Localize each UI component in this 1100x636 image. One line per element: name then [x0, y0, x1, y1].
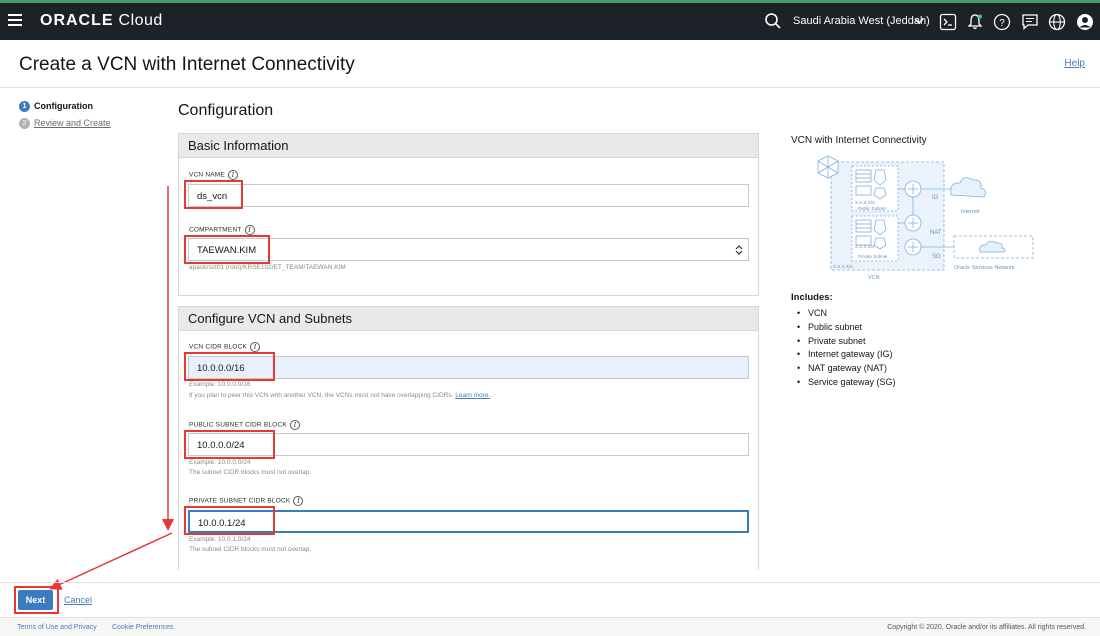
- copyright-text: Copyright © 2020, Oracle and/or its affi…: [887, 624, 1086, 631]
- action-bar: [0, 582, 1100, 616]
- compartment-label: COMPARTMENT i: [189, 225, 255, 235]
- diagram-osn-label: Oracle Services Network: [954, 265, 1015, 271]
- user-icon[interactable]: [1076, 13, 1094, 31]
- list-item: Internet gateway (IG): [797, 349, 896, 363]
- step-number: 1: [19, 101, 30, 113]
- private-subnet-note: The subnet CIDR blocks must not overlap.: [189, 546, 312, 553]
- diagram-cidr-label: X.X.X.X/X: [833, 264, 853, 269]
- includes-title: Includes:: [791, 292, 833, 303]
- page-header: Create a VCN with Internet Connectivity …: [0, 40, 1100, 88]
- cookie-preferences-link[interactable]: Cookie Preferences: [112, 624, 173, 631]
- diagram-private-subnet-label: Private Subnet: [858, 254, 888, 259]
- info-icon[interactable]: i: [227, 170, 238, 180]
- private-subnet-example: Example: 10.0.1.0/24: [189, 536, 251, 543]
- page-footer: Terms of Use and Privacy Cookie Preferen…: [0, 617, 1100, 636]
- vcn-cidr-note: If you plan to peer this VCN with anothe…: [189, 392, 491, 399]
- section-title: Configuration: [178, 102, 274, 119]
- step-number: 2: [19, 118, 30, 130]
- list-item: Private subnet: [797, 336, 896, 350]
- list-item: VCN: [797, 308, 896, 322]
- private-subnet-label: PRIVATE SUBNET CIDR BLOCK i: [189, 496, 304, 506]
- diagram-nat-label: NAT: [930, 230, 942, 236]
- card-heading: Basic Information: [179, 134, 758, 158]
- public-subnet-input[interactable]: 10.0.0.0/24: [188, 433, 749, 456]
- private-subnet-input[interactable]: 10.0.0.1/24: [188, 510, 749, 533]
- info-icon[interactable]: i: [293, 496, 304, 506]
- basic-information-card: Basic Information VCN NAME i ds_vcn COMPA…: [178, 133, 759, 296]
- help-link[interactable]: Help: [1064, 58, 1085, 69]
- includes-list: VCN Public subnet Private subnet Interne…: [797, 308, 896, 391]
- list-item: Public subnet: [797, 322, 896, 336]
- globe-icon[interactable]: [1048, 13, 1066, 31]
- card-heading: Configure VCN and Subnets: [179, 307, 758, 331]
- compartment-select[interactable]: TAEWAN.KIM: [188, 238, 749, 261]
- diagram-internet-label: Internet: [961, 209, 980, 215]
- diagram-public-subnet-label: Public Subnet: [858, 206, 887, 211]
- step-label: Review and Create: [34, 118, 111, 128]
- help-icon[interactable]: ?: [993, 13, 1011, 31]
- list-item: Service gateway (SG): [797, 377, 896, 391]
- diagram-cidr-label: X.X.X.X/X: [855, 200, 875, 205]
- compartment-value: TAEWAN.KIM: [197, 245, 257, 256]
- terms-link[interactable]: Terms of Use and Privacy: [17, 624, 97, 631]
- chat-icon[interactable]: [1021, 13, 1039, 31]
- public-subnet-label: PUBLIC SUBNET CIDR BLOCK i: [189, 420, 300, 430]
- cloud-shell-icon[interactable]: [939, 13, 957, 31]
- step-review-and-create[interactable]: 2 Review and Create: [19, 118, 111, 130]
- vcn-cidr-input[interactable]: 10.0.0.0/16: [188, 356, 749, 379]
- bell-icon[interactable]: [966, 13, 984, 31]
- step-configuration[interactable]: 1 Configuration: [19, 101, 93, 113]
- search-icon[interactable]: [764, 12, 782, 30]
- step-label: Configuration: [34, 101, 93, 111]
- vcn-topology-diagram: X.X.X.X/X Public Subnet X.X.X.X/X Privat…: [817, 155, 1034, 281]
- diagram-sg-label: SG: [932, 254, 941, 260]
- diagram-title: VCN with Internet Connectivity: [791, 135, 927, 146]
- next-button[interactable]: Next: [18, 590, 53, 610]
- vcn-name-input[interactable]: ds_vcn: [188, 184, 749, 207]
- public-subnet-example: Example: 10.0.0.0/24: [189, 459, 251, 466]
- info-icon[interactable]: i: [250, 342, 261, 352]
- diagram-cidr-label: X.X.X.X/X: [855, 244, 875, 249]
- chevron-down-icon[interactable]: [913, 15, 925, 27]
- vcn-cidr-example: Example: 10.0.0.0/16: [189, 381, 251, 388]
- diagram-vcn-label: VCN: [868, 275, 880, 281]
- diagram-ig-label: IG: [932, 195, 939, 201]
- compartment-path: apackrsct01 (root)/KRSE102/ET_TEAM/TAEWA…: [189, 264, 346, 271]
- select-arrows-icon: [735, 245, 743, 255]
- info-icon[interactable]: i: [289, 420, 300, 430]
- learn-more-link[interactable]: Learn more.: [455, 392, 490, 399]
- cancel-link[interactable]: Cancel: [64, 595, 92, 605]
- list-item: NAT gateway (NAT): [797, 363, 896, 377]
- vcn-cidr-label: VCN CIDR BLOCK i: [189, 342, 261, 352]
- top-navigation-bar: ORACLE Cloud Saudi Arabia West (Jeddah) …: [0, 0, 1100, 40]
- info-icon[interactable]: i: [244, 225, 255, 235]
- vcn-name-label: VCN NAME i: [189, 170, 238, 180]
- configure-vcn-card: Configure VCN and Subnets VCN CIDR BLOCK…: [178, 306, 759, 570]
- public-subnet-note: The subnet CIDR blocks must not overlap.: [189, 469, 312, 476]
- oracle-cloud-logo[interactable]: ORACLE Cloud: [40, 12, 163, 30]
- region-selector[interactable]: Saudi Arabia West (Jeddah): [793, 15, 930, 27]
- svg-text:?: ?: [999, 18, 1005, 29]
- menu-icon[interactable]: [8, 14, 22, 26]
- page-title: Create a VCN with Internet Connectivity: [19, 54, 355, 75]
